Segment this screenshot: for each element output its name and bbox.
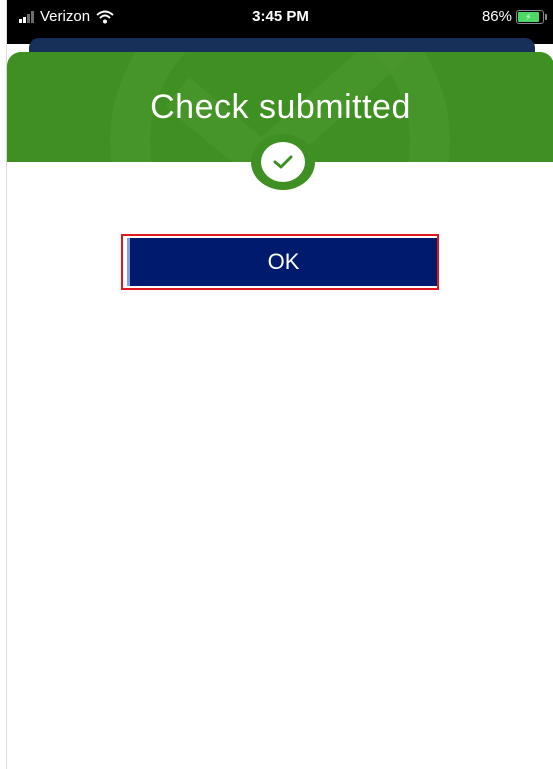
- status-time: 3:45 PM: [252, 8, 309, 25]
- battery-level-fill: ⚡: [518, 11, 539, 22]
- status-right: 86% ⚡: [481, 8, 547, 25]
- battery-charging-icon: ⚡: [516, 9, 547, 24]
- page-title: Check submitted: [150, 88, 411, 126]
- ok-button[interactable]: OK: [127, 238, 437, 286]
- success-badge: [251, 134, 315, 190]
- battery-percent: 86%: [481, 8, 512, 25]
- checkmark-icon: [273, 155, 293, 169]
- app-screen: Verizon 3:45 PM 86% ⚡ Check submitted OK: [6, 0, 553, 769]
